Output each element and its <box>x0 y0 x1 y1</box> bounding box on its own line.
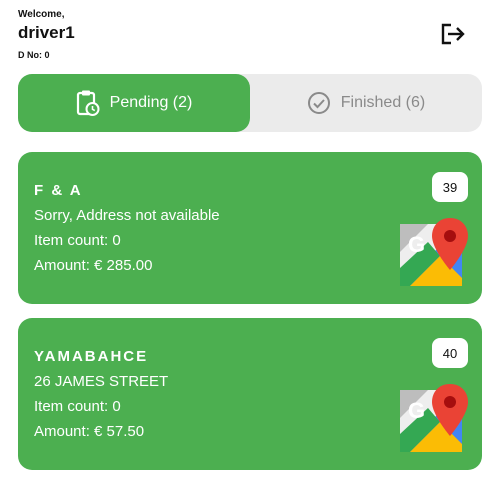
open-map-button[interactable]: G <box>398 216 470 292</box>
tab-finished-label: Finished (6) <box>340 94 426 111</box>
svg-text:G: G <box>408 232 425 257</box>
order-address: 26 JAMES STREET <box>34 373 169 390</box>
order-status-tabs: Pending (2) Finished (6) <box>18 74 482 132</box>
google-maps-icon: G <box>400 384 468 452</box>
order-address: Sorry, Address not available <box>34 207 220 224</box>
logout-button[interactable] <box>440 22 466 46</box>
google-maps-icon: G <box>400 218 468 286</box>
driver-number: D No: 0 <box>18 50 50 60</box>
tab-pending[interactable]: Pending (2) <box>18 74 250 132</box>
order-item-count: Item count: 0 <box>34 398 121 415</box>
logout-icon <box>441 23 465 45</box>
order-number-badge: 40 <box>432 338 468 368</box>
tab-finished[interactable]: Finished (6) <box>250 74 482 132</box>
order-card[interactable]: YAMABAHCE 26 JAMES STREET Item count: 0 … <box>18 318 482 470</box>
order-amount: Amount: € 285.00 <box>34 257 153 274</box>
open-map-button[interactable]: G <box>398 382 470 458</box>
check-circle-icon <box>307 92 330 114</box>
app-header: Welcome, driver1 D No: 0 <box>0 0 500 70</box>
welcome-label: Welcome, <box>18 9 65 20</box>
order-item-count: Item count: 0 <box>34 232 121 249</box>
svg-text:G: G <box>408 398 425 423</box>
order-customer-name: F & A <box>34 182 83 199</box>
order-customer-name: YAMABAHCE <box>34 348 149 365</box>
username: driver1 <box>18 23 75 42</box>
order-amount: Amount: € 57.50 <box>34 423 145 440</box>
order-number-badge: 39 <box>432 172 468 202</box>
tab-pending-label: Pending (2) <box>109 94 193 111</box>
order-card[interactable]: F & A Sorry, Address not available Item … <box>18 152 482 304</box>
clipboard-clock-icon <box>76 90 100 116</box>
